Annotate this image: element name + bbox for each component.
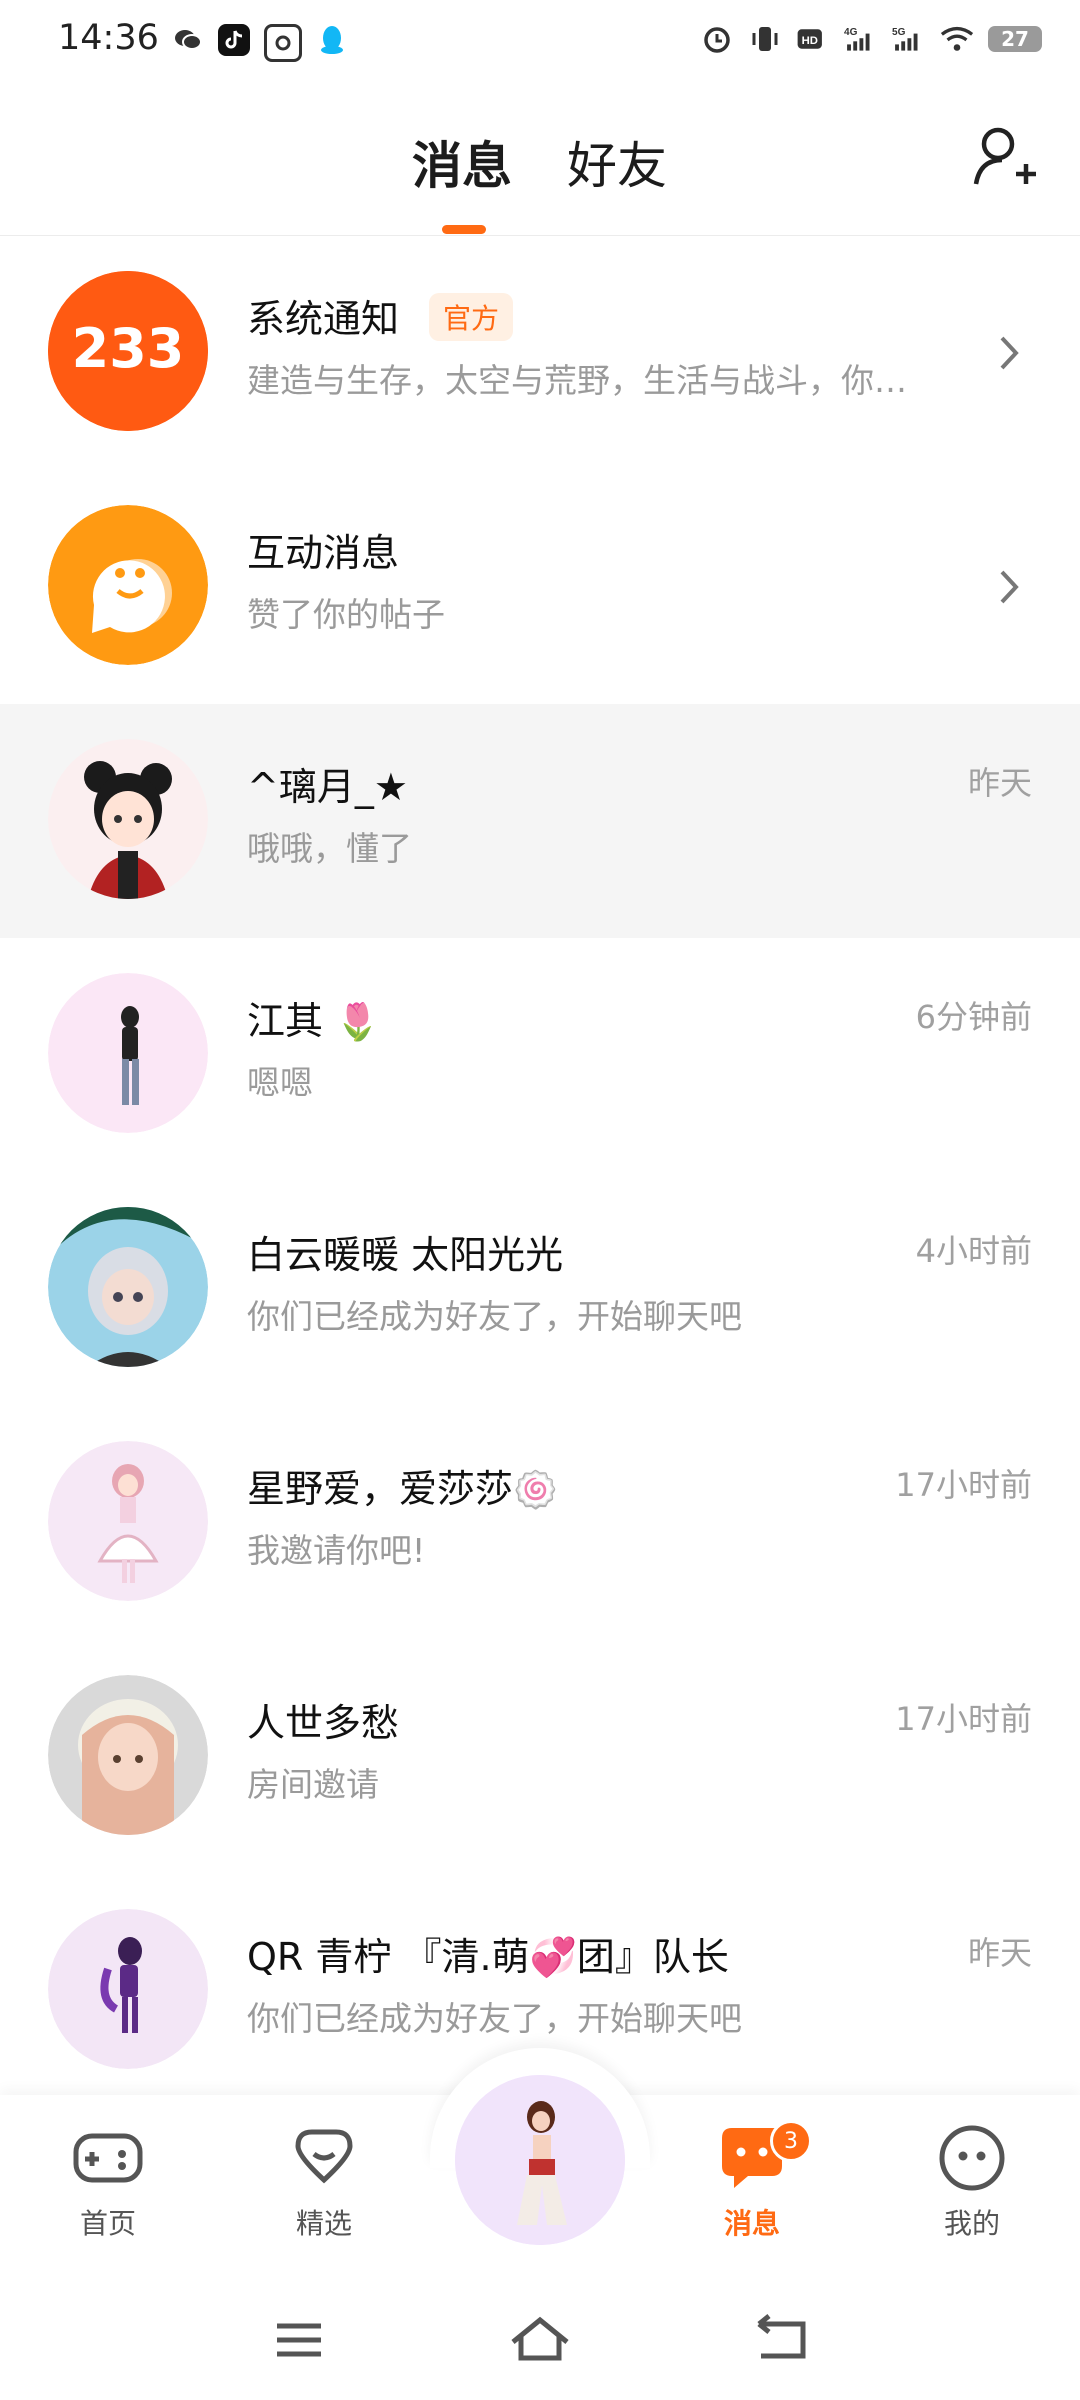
status-indicators: HD 4G 5G 27 (700, 22, 1042, 56)
conversation-time: 6分钟前 (915, 998, 1032, 1036)
conversation-preview: 房间邀请 (247, 1765, 379, 1804)
svg-text:4G: 4G (844, 27, 858, 38)
user-avatar (48, 1675, 208, 1835)
nav-featured-label: 精选 (295, 2207, 352, 2240)
conversation-title: 江其 (247, 999, 324, 1043)
conversation-time: 昨天 (967, 764, 1032, 802)
conversation-title: 系统通知 (247, 297, 400, 341)
alarm-icon (700, 22, 734, 56)
conversation-preview: 嗯嗯 (247, 1063, 313, 1102)
wechat-icon (172, 24, 204, 56)
swirl-emoji: 🍥 (513, 1470, 558, 1511)
status-app-icons (172, 24, 348, 62)
conversation-title: 白云暖暖 太阳光光 (247, 1233, 564, 1277)
list-item-chat[interactable]: 江其 🌷 嗯嗯 6分钟前 (0, 938, 1080, 1172)
conversation-preview: 你们已经成为好友了，开始聊天吧 (247, 1999, 742, 2038)
menu-icon[interactable] (265, 2310, 335, 2370)
list-item-system-notification[interactable]: 233 系统通知 官方 建造与生存，太空与荒野，生活与战斗，你… (0, 236, 1080, 470)
active-tab-indicator (442, 225, 486, 234)
unread-count-badge: 3 (770, 2120, 812, 2162)
tab-messages[interactable]: 消息 (412, 126, 512, 198)
status-bar: 14:36 HD 4G 5G 27 (0, 0, 1080, 80)
conversation-title: 星野爱，爱莎莎 (247, 1467, 514, 1511)
system-navigation-bar (0, 2270, 1080, 2400)
conversation-name: 江其 🌷 (247, 990, 380, 1045)
chevron-right-icon (994, 562, 1024, 612)
nav-home-label: 首页 (79, 2207, 136, 2240)
svg-text:HD: HD (802, 35, 818, 47)
conversation-time: 17小时前 (895, 1466, 1032, 1504)
tab-friends[interactable]: 好友 (567, 126, 667, 198)
user-avatar (48, 739, 208, 899)
official-badge: 官方 (429, 293, 514, 341)
chevron-right-icon (994, 328, 1024, 378)
conversation-title: ^璃月_★ (247, 765, 408, 809)
conversation-time: 4小时前 (915, 1232, 1032, 1270)
conversation-preview: 哦哦，懂了 (247, 829, 412, 868)
list-item-chat[interactable]: 星野爱，爱莎莎🍥 我邀请你吧! 17小时前 (0, 1406, 1080, 1640)
conversation-preview: 赞了你的帖子 (247, 595, 445, 634)
nav-center-avatar[interactable] (455, 2075, 625, 2245)
conversation-title: 互动消息 (247, 531, 400, 575)
conversation-preview: 你们已经成为好友了，开始聊天吧 (247, 1297, 742, 1336)
conversation-title: QR 青柠 『清.萌💞团』队长 (247, 1935, 729, 1979)
signal-4g-icon: 4G (844, 22, 878, 56)
conversation-time: 17小时前 (895, 1700, 1032, 1738)
list-item-interaction-messages[interactable]: 互动消息 赞了你的帖子 (0, 470, 1080, 704)
conversation-preview: 建造与生存，太空与荒野，生活与战斗，你… (247, 361, 907, 400)
vibrate-icon (748, 22, 782, 56)
tulip-emoji: 🌷 (335, 1002, 380, 1043)
wifi-icon (940, 22, 974, 56)
nav-home[interactable]: 首页 (38, 2120, 178, 2242)
user-avatar (48, 1207, 208, 1367)
battery-indicator: 27 (988, 26, 1042, 52)
nav-messages-label: 消息 (723, 2207, 780, 2240)
conversation-preview: 我邀请你吧! (247, 1531, 426, 1570)
smiley-face-icon (934, 2120, 1010, 2196)
user-avatar (48, 1909, 208, 2069)
gamepad-icon (70, 2120, 146, 2196)
nav-me[interactable]: 我的 (902, 2120, 1042, 2242)
add-friend-icon[interactable] (970, 122, 1040, 192)
list-item-chat[interactable]: 白云暖暖 太阳光光 你们已经成为好友了，开始聊天吧 4小时前 (0, 1172, 1080, 1406)
interaction-messages-avatar (48, 505, 208, 665)
top-header: 消息 好友 (0, 80, 1080, 236)
conversation-name: 星野爱，爱莎莎🍥 (247, 1458, 558, 1513)
signal-5g-icon: 5G (892, 22, 926, 56)
conversation-time: 昨天 (967, 1934, 1032, 1972)
system-avatar-text: 233 (72, 317, 185, 380)
conversation-title: 人世多愁 (247, 1701, 400, 1745)
nav-me-label: 我的 (943, 2207, 1000, 2240)
status-time: 14:36 (58, 18, 159, 58)
hd-icon: HD (796, 22, 830, 56)
conversation-name: 系统通知 官方 (247, 288, 514, 343)
tiktok-icon (218, 24, 250, 56)
svg-text:5G: 5G (892, 27, 906, 38)
home-icon[interactable] (505, 2310, 575, 2370)
list-item-chat[interactable]: 人世多愁 房间邀请 17小时前 (0, 1640, 1080, 1874)
heart-diamond-icon (286, 2120, 362, 2196)
back-icon[interactable] (745, 2310, 815, 2370)
nav-featured[interactable]: 精选 (254, 2120, 394, 2242)
user-avatar (48, 1441, 208, 1601)
qq-icon (316, 24, 348, 56)
system-notification-avatar: 233 (48, 271, 208, 431)
camera-app-icon (264, 24, 302, 62)
user-avatar (48, 973, 208, 1133)
list-item-chat[interactable]: ^璃月_★ 哦哦，懂了 昨天 (0, 704, 1080, 938)
